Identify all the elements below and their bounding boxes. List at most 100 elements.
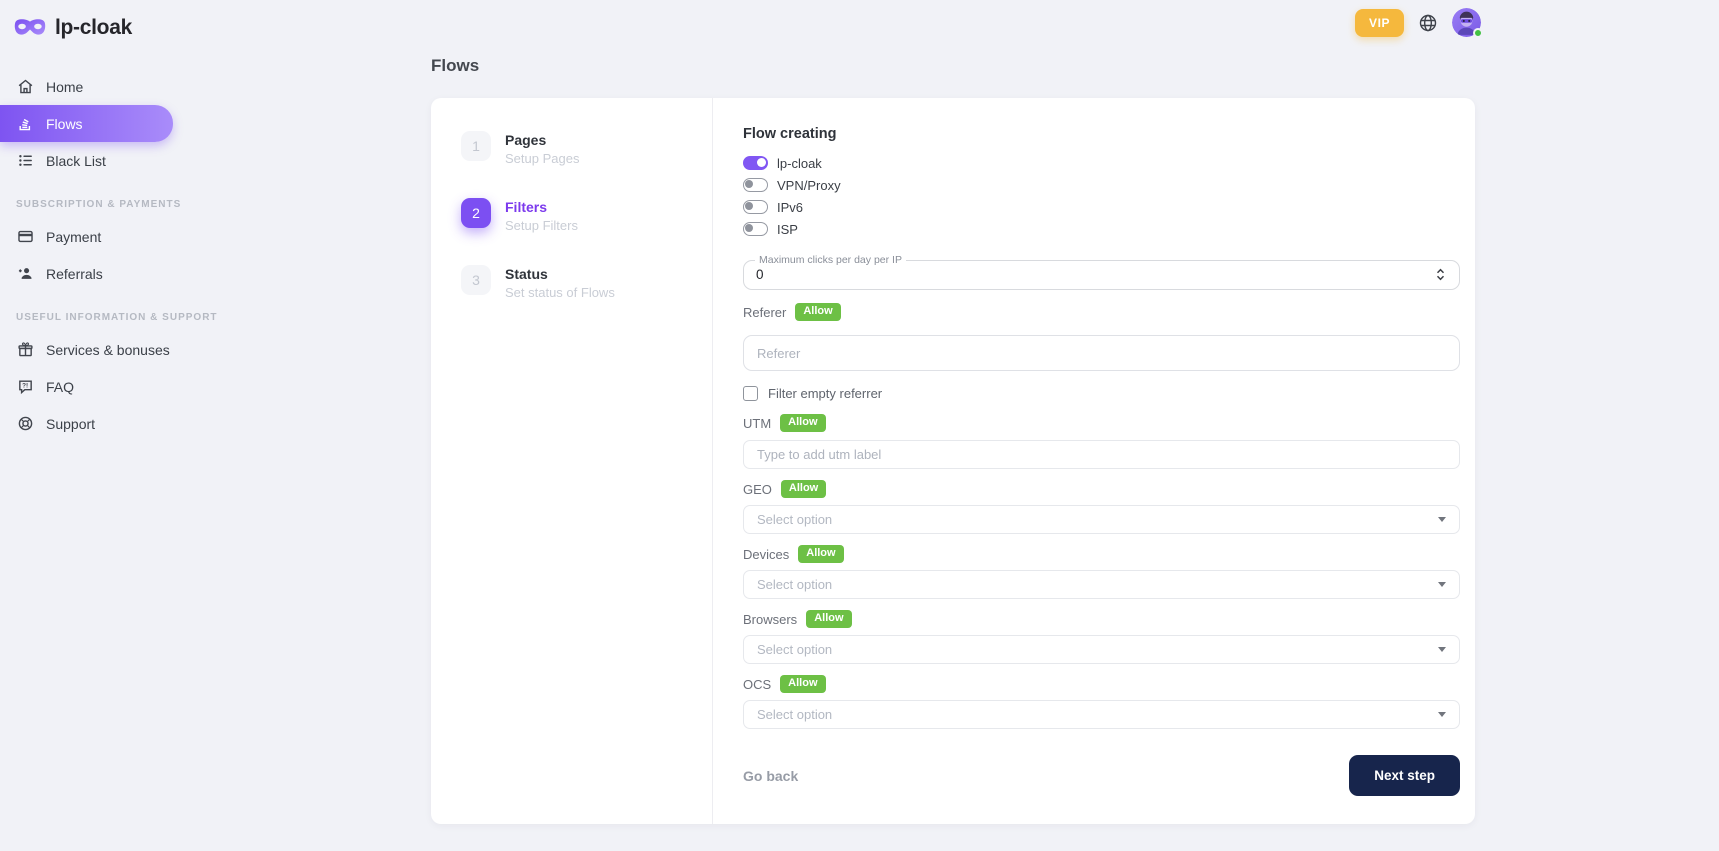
sidebar-item-black-list[interactable]: Black List (0, 142, 185, 179)
form-title: Flow creating (743, 126, 1460, 142)
stepper-step-filters[interactable]: 2 Filters Setup Filters (461, 198, 688, 233)
sidebar-item-support[interactable]: Support (0, 405, 185, 442)
utm-input[interactable] (743, 440, 1460, 469)
geo-allow-badge[interactable]: Allow (781, 480, 826, 498)
select-placeholder: Select option (757, 577, 832, 592)
stepper-step-pages[interactable]: 1 Pages Setup Pages (461, 131, 688, 166)
toggle-label: ISP (777, 222, 798, 237)
filter-label: Devices (743, 547, 789, 562)
sidebar: lp-cloak Home Flows Black List Subscript… (0, 0, 185, 442)
globe-icon[interactable] (1418, 13, 1438, 33)
referer-allow-badge[interactable]: Allow (795, 303, 840, 321)
sidebar-item-faq[interactable]: ?! FAQ (0, 368, 185, 405)
step-title: Filters (505, 199, 578, 215)
sidebar-item-referrals[interactable]: Referrals (0, 255, 185, 292)
toggle-row: VPN/Proxy (743, 178, 1460, 192)
ipv6-toggle[interactable] (743, 200, 768, 214)
select-placeholder: Select option (757, 512, 832, 527)
toggle-row: IPv6 (743, 200, 1460, 214)
max-clicks-input[interactable] (756, 267, 956, 282)
flows-icon (16, 115, 34, 133)
page-title: Flows (431, 56, 1475, 76)
step-title: Pages (505, 132, 579, 148)
select-placeholder: Select option (757, 642, 832, 657)
chevron-down-icon (1438, 647, 1446, 652)
referer-input[interactable] (743, 335, 1460, 371)
filter-empty-referrer-checkbox[interactable] (743, 386, 758, 401)
brand-name: lp-cloak (55, 16, 132, 40)
utm-label: UTM (743, 416, 771, 431)
isp-toggle[interactable] (743, 222, 768, 236)
go-back-button[interactable]: Go back (743, 768, 798, 784)
step-number: 3 (461, 265, 491, 295)
referer-label: Referer (743, 305, 786, 320)
devices-filter-group: Devices Allow Select option (743, 545, 1460, 599)
chevron-down-icon (1438, 517, 1446, 522)
toggle-label: lp-cloak (777, 156, 822, 171)
filter-label: Browsers (743, 612, 797, 627)
svg-text:?!: ?! (22, 383, 28, 390)
online-status-dot (1473, 28, 1483, 38)
avatar[interactable] (1452, 8, 1481, 37)
ocs-filter-group: OCS Allow Select option (743, 675, 1460, 729)
geo-filter-group: GEO Allow Select option (743, 480, 1460, 534)
filter-label: OCS (743, 677, 771, 692)
toggle-list: lp-cloak VPN/Proxy IPv6 ISP (743, 156, 1460, 244)
utm-allow-badge[interactable]: Allow (780, 414, 825, 432)
browsers-allow-badge[interactable]: Allow (806, 610, 851, 628)
main-content: Flows 1 Pages Setup Pages 2 Filters Setu… (431, 56, 1475, 824)
next-step-button[interactable]: Next step (1349, 755, 1460, 796)
toggle-label: VPN/Proxy (777, 178, 841, 193)
sidebar-item-flows[interactable]: Flows (0, 105, 173, 142)
toggle-label: IPv6 (777, 200, 803, 215)
step-subtitle: Setup Filters (505, 218, 578, 233)
ocs-allow-badge[interactable]: Allow (780, 675, 825, 693)
step-subtitle: Set status of Flows (505, 285, 615, 300)
toggle-row: lp-cloak (743, 156, 1460, 170)
brand-logo[interactable]: lp-cloak (13, 12, 185, 44)
support-icon (16, 415, 34, 433)
step-number: 1 (461, 131, 491, 161)
number-stepper[interactable] (1434, 267, 1447, 282)
browsers-filter-group: Browsers Allow Select option (743, 610, 1460, 664)
vpn-proxy-toggle[interactable] (743, 178, 768, 192)
max-clicks-field: Maximum clicks per day per IP (743, 254, 1460, 290)
services-icon (16, 341, 34, 359)
chevron-up-icon (1436, 268, 1445, 274)
referrals-icon (16, 265, 34, 283)
payment-icon (16, 228, 34, 246)
sidebar-item-home[interactable]: Home (0, 68, 185, 105)
vip-button[interactable]: VIP (1355, 9, 1404, 37)
blacklist-icon (16, 152, 34, 170)
filter-label: GEO (743, 482, 772, 497)
chevron-down-icon (1438, 582, 1446, 587)
lp-cloak-toggle[interactable] (743, 156, 768, 170)
step-subtitle: Setup Pages (505, 151, 579, 166)
step-number: 2 (461, 198, 491, 228)
sidebar-nav: Home Flows Black List Subscription & pay… (0, 68, 185, 442)
devices-select[interactable]: Select option (743, 570, 1460, 599)
stepper: 1 Pages Setup Pages 2 Filters Setup Filt… (431, 98, 713, 824)
stepper-step-status[interactable]: 3 Status Set status of Flows (461, 265, 688, 300)
faq-icon: ?! (16, 378, 34, 396)
sidebar-item-payment[interactable]: Payment (0, 218, 185, 255)
chevron-down-icon (1436, 275, 1445, 281)
sidebar-section-header: Useful information & support (16, 312, 169, 323)
geo-select[interactable]: Select option (743, 505, 1460, 534)
step-title: Status (505, 266, 615, 282)
mask-icon (13, 17, 47, 39)
chevron-down-icon (1438, 712, 1446, 717)
browsers-select[interactable]: Select option (743, 635, 1460, 664)
sidebar-item-services-bonuses[interactable]: Services & bonuses (0, 331, 185, 368)
filter-selects: GEO Allow Select option Devices Allow Se… (743, 469, 1460, 729)
devices-allow-badge[interactable]: Allow (798, 545, 843, 563)
select-placeholder: Select option (757, 707, 832, 722)
topbar-right: VIP (1355, 8, 1481, 37)
ocs-select[interactable]: Select option (743, 700, 1460, 729)
flow-form: Flow creating lp-cloak VPN/Proxy IPv6 IS… (713, 98, 1475, 824)
sidebar-section-header: Subscription & payments (16, 199, 169, 210)
checkbox-label: Filter empty referrer (768, 386, 882, 401)
flow-card: 1 Pages Setup Pages 2 Filters Setup Filt… (431, 98, 1475, 824)
toggle-row: ISP (743, 222, 1460, 236)
max-clicks-label: Maximum clicks per day per IP (755, 254, 906, 266)
